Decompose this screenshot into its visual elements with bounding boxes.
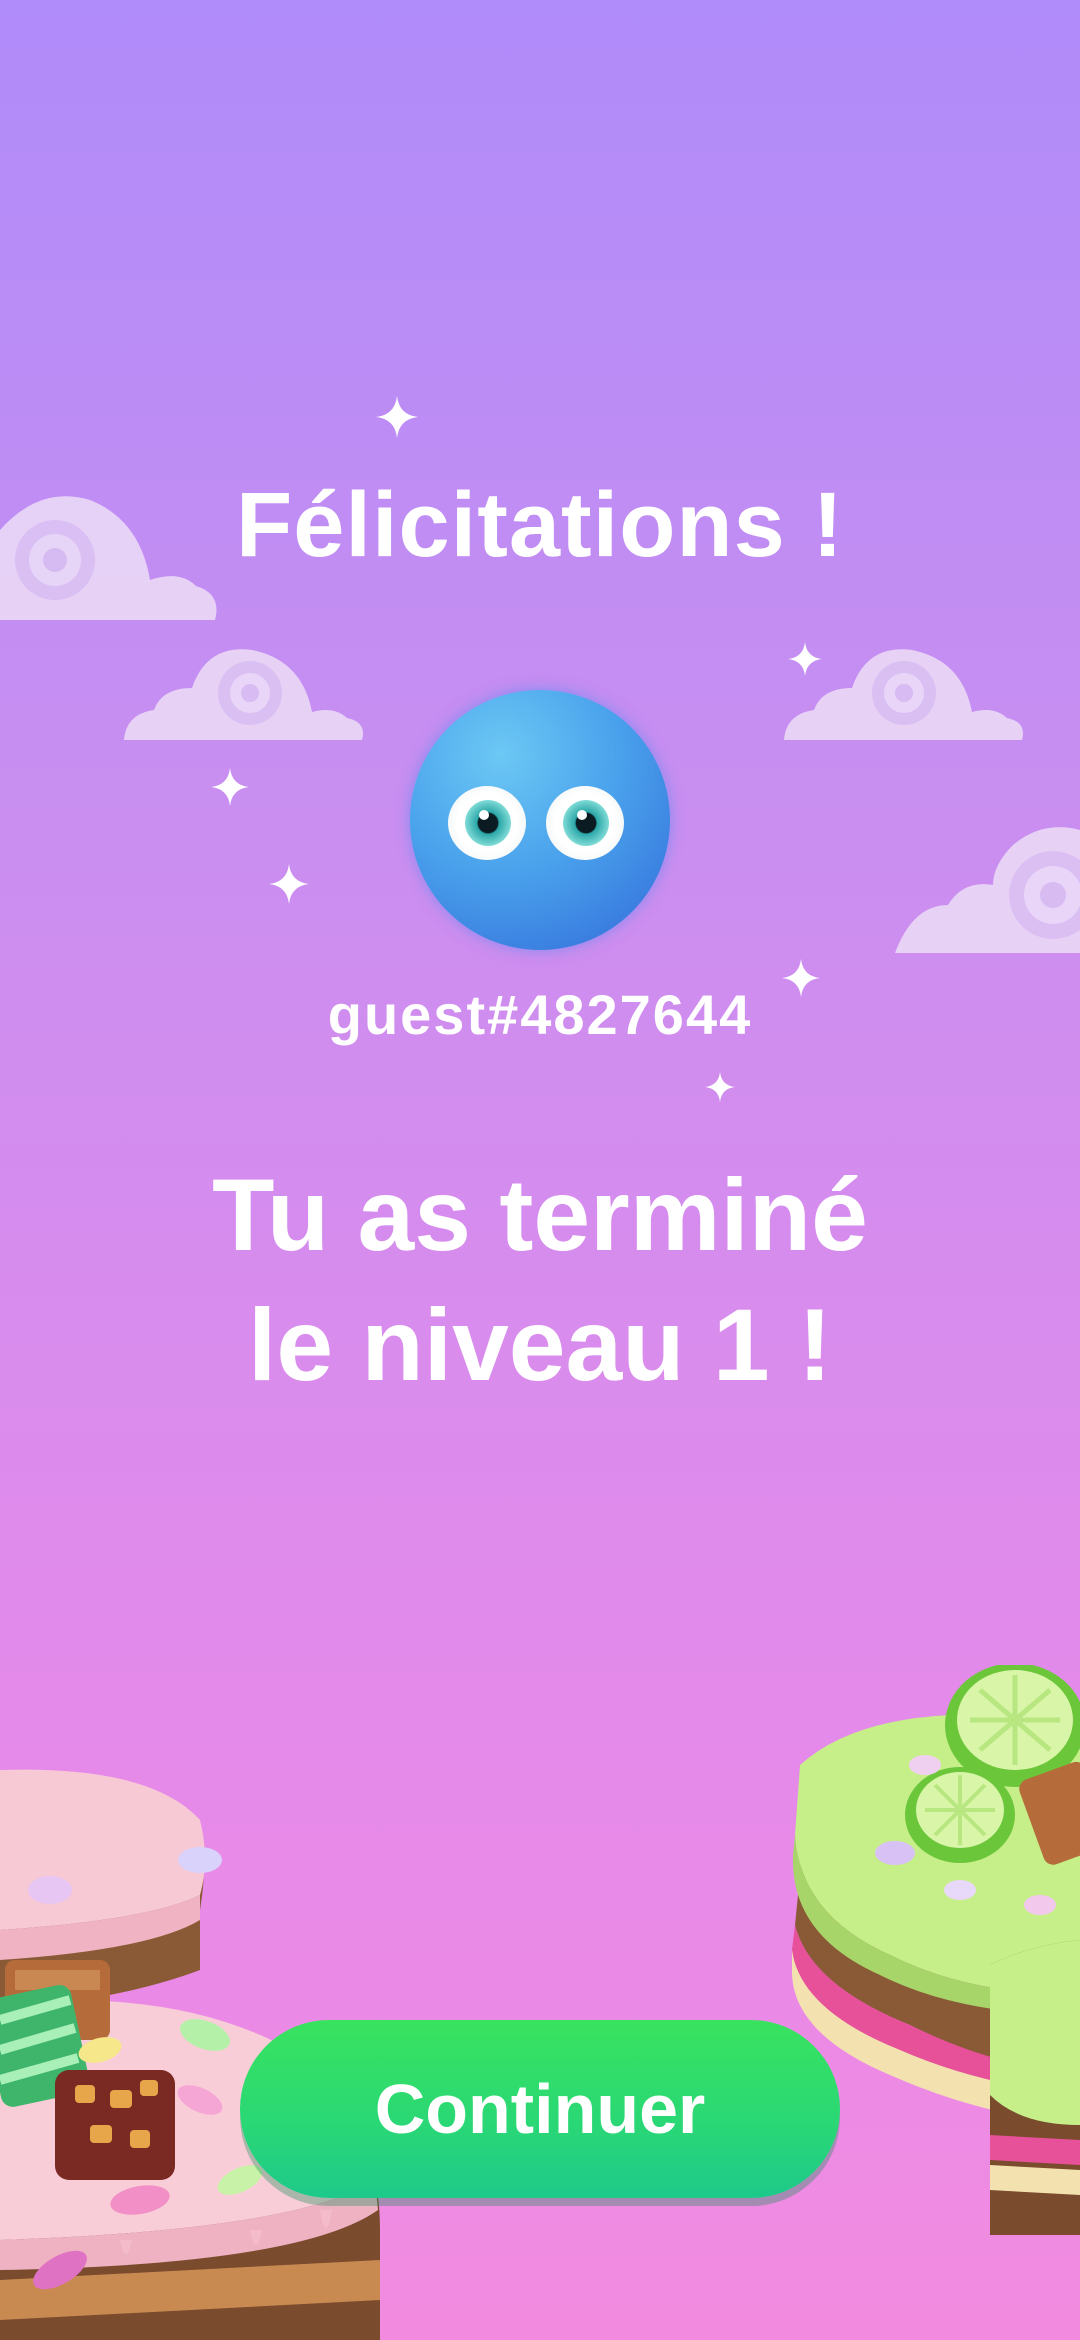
blue-blob-character-icon [410,690,670,950]
cloud-icon [895,827,1080,953]
sparkle-icon [705,1072,735,1102]
sparkle-icon [269,864,309,904]
avatar-left-eye [448,786,526,860]
player-username: guest#4827644 [327,983,753,1046]
sparkle-icon [788,642,822,676]
level-complete-message: Tu as terminé le niveau 1 ! [0,1150,1080,1410]
congratulations-title: Félicitations ! [236,474,844,576]
candy-cake-island-icon [792,1665,1080,2235]
cloud-icon [124,649,363,740]
message-line-1: Tu as terminé [212,1158,868,1272]
sparkle-icon [376,396,418,438]
avatar-right-eye [546,786,624,860]
sparkle-icon [211,768,249,806]
continue-button[interactable]: Continuer [240,2020,840,2198]
message-line-2: le niveau 1 ! [248,1288,832,1402]
